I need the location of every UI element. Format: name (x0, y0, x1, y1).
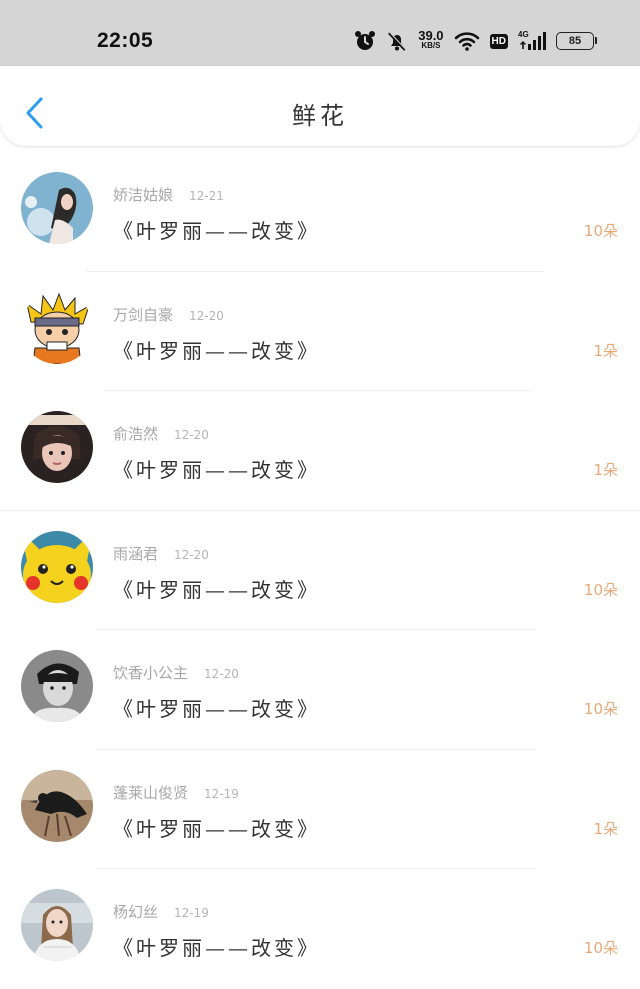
status-bar: 22:05 39.0 KB/S HD 4G 85 (0, 0, 640, 66)
list-item[interactable]: 饮香小公主 12-20 《叶罗丽——改变》 10朵 (0, 630, 640, 750)
avatar[interactable] (21, 889, 93, 961)
list-item[interactable]: 雨涵君 12-20 《叶罗丽——改变》 10朵 (0, 511, 640, 630)
wifi-icon (454, 31, 480, 51)
username[interactable]: 蓬莱山俊贤 (113, 784, 188, 802)
network-speed: 39.0 KB/S (418, 28, 444, 51)
avatar[interactable] (21, 769, 93, 842)
username[interactable]: 俞浩然 (113, 425, 158, 443)
book-title[interactable]: 《叶罗丽——改变》 (113, 335, 320, 364)
flower-count: 10朵 (583, 222, 618, 240)
avatar[interactable] (21, 411, 93, 483)
flower-count: 10朵 (583, 700, 618, 718)
username[interactable]: 万剑自豪 (113, 306, 173, 324)
book-title[interactable]: 《叶罗丽——改变》 (113, 454, 320, 483)
item-meta: 雨涵君 12-20 (113, 543, 209, 564)
app-header: 鲜花 (0, 66, 640, 146)
list-item[interactable]: 万剑自豪 12-20 《叶罗丽——改变》 1朵 (0, 272, 640, 391)
date: 12-20 (174, 547, 209, 562)
item-meta: 杨幻丝 12-19 (113, 901, 209, 922)
username[interactable]: 娇洁姑娘 (113, 186, 173, 204)
date: 12-20 (204, 667, 239, 681)
date: 12-19 (204, 786, 239, 801)
book-title[interactable]: 《叶罗丽——改变》 (113, 574, 320, 603)
battery-icon: 85 (556, 32, 597, 50)
hd-badge: HD (489, 33, 508, 49)
page-title: 鲜花 (292, 102, 348, 130)
item-meta: 万剑自豪 12-20 (113, 304, 224, 325)
list-item[interactable]: 蓬莱山俊贤 12-19 《叶罗丽——改变》 1朵 (0, 750, 640, 869)
username[interactable]: 杨幻丝 (113, 903, 158, 921)
username[interactable]: 饮香小公主 (113, 664, 188, 682)
status-icons: 39.0 KB/S HD 4G 85 (354, 28, 597, 52)
mute-bell-icon (386, 30, 408, 52)
avatar[interactable] (21, 172, 93, 244)
item-meta: 俞浩然 12-20 (113, 423, 209, 444)
flower-count: 1朵 (593, 819, 618, 838)
flower-list: 娇洁姑娘 12-21 《叶罗丽——改变》 10朵 万剑自豪 12-20 《叶罗丽——… (0, 152, 640, 989)
avatar[interactable] (21, 650, 93, 722)
flower-count: 1朵 (593, 461, 618, 479)
book-title[interactable]: 《叶罗丽——改变》 (113, 215, 320, 244)
book-title[interactable]: 《叶罗丽——改变》 (113, 693, 320, 722)
network-speed-unit: KB/S (421, 41, 441, 50)
date: 12-19 (174, 906, 209, 920)
flower-count: 10朵 (583, 939, 618, 957)
date: 12-21 (189, 189, 224, 203)
list-item[interactable]: 杨幻丝 12-19 《叶罗丽——改变》 10朵 (0, 869, 640, 989)
item-meta: 娇洁姑娘 12-21 (113, 184, 224, 205)
book-title[interactable]: 《叶罗丽——改变》 (113, 932, 320, 961)
username[interactable]: 雨涵君 (113, 545, 158, 563)
item-meta: 饮香小公主 12-20 (113, 662, 239, 683)
network-speed-value: 39.0 (418, 28, 444, 43)
flower-count: 1朵 (593, 341, 618, 360)
avatar[interactable] (21, 530, 93, 603)
date: 12-20 (189, 308, 224, 323)
avatar[interactable] (21, 291, 93, 364)
flower-count: 10朵 (583, 580, 618, 599)
list-item[interactable]: 俞浩然 12-20 《叶罗丽——改变》 1朵 (0, 391, 640, 511)
cellular-signal-icon: 4G (518, 30, 546, 51)
item-meta: 蓬莱山俊贤 12-19 (113, 782, 239, 803)
date: 12-20 (174, 428, 209, 442)
alarm-icon (354, 30, 376, 52)
list-item[interactable]: 娇洁姑娘 12-21 《叶罗丽——改变》 10朵 (0, 152, 640, 272)
book-title[interactable]: 《叶罗丽——改变》 (113, 813, 320, 842)
status-time: 22:05 (97, 29, 154, 52)
